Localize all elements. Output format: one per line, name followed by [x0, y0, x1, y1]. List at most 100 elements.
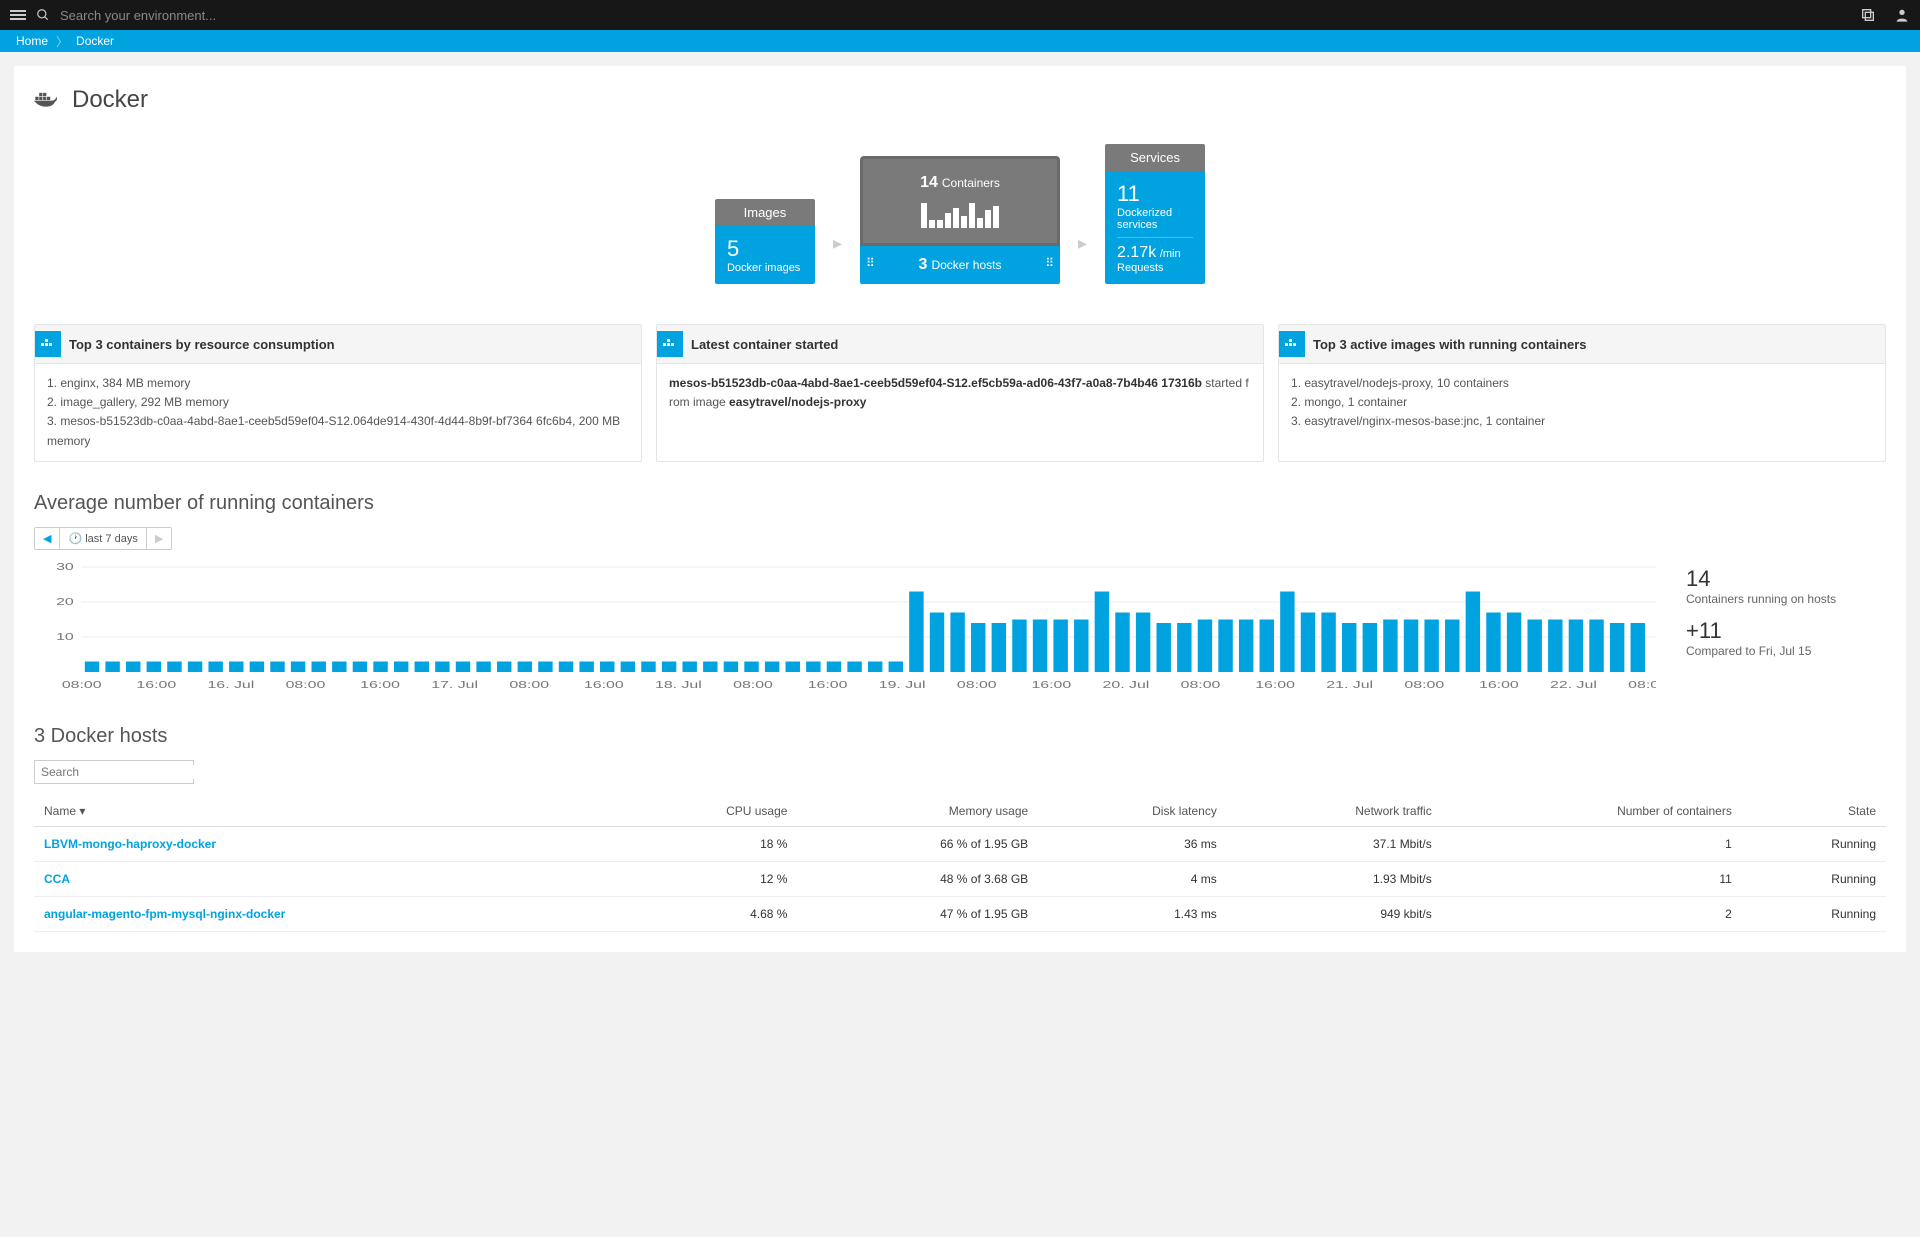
panel-item: 1. enginx, 384 MB memory: [47, 374, 629, 393]
col-cpu[interactable]: CPU usage: [616, 796, 797, 827]
svg-text:16:00: 16:00: [136, 679, 176, 690]
windows-icon[interactable]: [1860, 7, 1876, 23]
svg-text:16:00: 16:00: [1479, 679, 1519, 690]
panel-item: 1. easytravel/nodejs-proxy, 10 container…: [1291, 374, 1873, 393]
time-next-button[interactable]: ▶: [147, 528, 171, 549]
page-title: Docker: [72, 86, 148, 114]
arrow-right-icon: ▸: [833, 233, 842, 284]
top-bar: [0, 0, 1920, 30]
mini-bars-icon: [921, 200, 999, 228]
chart-title: Average number of running containers: [34, 492, 1886, 515]
panel-item: 2. image_gallery, 292 MB memory: [47, 393, 629, 412]
svg-text:16:00: 16:00: [360, 679, 400, 690]
tile-services-rate-label: Requests: [1117, 262, 1193, 274]
svg-text:08:00: 08:00: [286, 679, 326, 690]
panel-bold: mesos-b51523db-c0aa-4abd-8ae1-ceeb5d59ef…: [669, 376, 1202, 390]
cell-net: 37.1 Mbit/s: [1227, 826, 1442, 861]
tile-services-header: Services: [1105, 144, 1205, 171]
bar-chart: 10203008:0016:0016. Jul08:0016:0017. Jul…: [34, 562, 1656, 692]
search-icon: [36, 8, 50, 22]
search-input[interactable]: [60, 8, 1860, 23]
svg-text:19. Jul: 19. Jul: [879, 679, 926, 690]
host-link[interactable]: angular-magento-fpm-mysql-nginx-docker: [44, 907, 285, 921]
hosts-title: 3 Docker hosts: [34, 725, 1886, 748]
tile-images-count: 5: [727, 236, 803, 262]
tile-services[interactable]: Services 11 Dockerized services 2.17k /m…: [1105, 144, 1205, 284]
table-row[interactable]: CCA 12 % 48 % of 3.68 GB 4 ms 1.93 Mbit/…: [34, 861, 1886, 896]
col-mem[interactable]: Memory usage: [797, 796, 1038, 827]
svg-text:08:00: 08:00: [1181, 679, 1221, 690]
cell-disk: 4 ms: [1038, 861, 1227, 896]
panel-latest-container: Latest container started mesos-b51523db-…: [656, 324, 1264, 462]
user-icon[interactable]: [1894, 7, 1910, 23]
tile-services-count: 11: [1117, 181, 1193, 207]
svg-text:16:00: 16:00: [1031, 679, 1071, 690]
tile-containers-count: 14: [920, 174, 938, 191]
cell-cpu: 4.68 %: [616, 896, 797, 931]
tile-services-label: Dockerized services: [1117, 207, 1193, 231]
cell-containers: 11: [1442, 861, 1742, 896]
col-name[interactable]: Name ▾: [34, 796, 616, 827]
breadcrumb-home[interactable]: Home: [8, 34, 56, 48]
panel-item: 3. mesos-b51523db-c0aa-4abd-8ae1-ceeb5d5…: [47, 412, 629, 450]
chart-side-count: 14: [1686, 566, 1886, 592]
cell-cpu: 12 %: [616, 861, 797, 896]
hamburger-icon[interactable]: [10, 8, 26, 22]
cell-disk: 1.43 ms: [1038, 896, 1227, 931]
svg-text:08:00: 08:00: [1404, 679, 1444, 690]
cell-containers: 1: [1442, 826, 1742, 861]
time-range-button[interactable]: 🕐 last 7 days: [60, 528, 146, 549]
cell-containers: 2: [1442, 896, 1742, 931]
panel-top-containers: Top 3 containers by resource consumption…: [34, 324, 642, 462]
arrow-right-icon: ▸: [1078, 233, 1087, 284]
col-disk[interactable]: Disk latency: [1038, 796, 1227, 827]
svg-text:10: 10: [56, 631, 74, 642]
svg-text:18. Jul: 18. Jul: [655, 679, 702, 690]
svg-text:08:00: 08:00: [509, 679, 549, 690]
tile-images-header: Images: [715, 199, 815, 226]
breadcrumb-sep: 〉: [56, 33, 68, 50]
svg-text:16:00: 16:00: [808, 679, 848, 690]
svg-text:08:00: 08:00: [62, 679, 102, 690]
table-row[interactable]: LBVM-mongo-haproxy-docker 18 % 66 % of 1…: [34, 826, 1886, 861]
tile-services-rate: 2.17k: [1117, 244, 1156, 261]
chart-side-delta: +11: [1686, 618, 1886, 644]
col-state[interactable]: State: [1742, 796, 1886, 827]
tile-containers-label: Containers: [942, 176, 1000, 190]
tile-containers[interactable]: 14Containers ⠿ 3Docker hosts ⠿: [860, 156, 1060, 284]
col-net[interactable]: Network traffic: [1227, 796, 1442, 827]
host-link[interactable]: LBVM-mongo-haproxy-docker: [44, 837, 216, 851]
table-search[interactable]: [34, 760, 194, 784]
tile-hosts-count: 3: [919, 256, 928, 273]
svg-text:08:00: 08:00: [733, 679, 773, 690]
panel-title: Top 3 active images with running contain…: [1313, 337, 1587, 352]
cell-mem: 47 % of 1.95 GB: [797, 896, 1038, 931]
cell-state: Running: [1742, 861, 1886, 896]
table-row[interactable]: angular-magento-fpm-mysql-nginx-docker 4…: [34, 896, 1886, 931]
host-link[interactable]: CCA: [44, 872, 70, 886]
svg-text:16:00: 16:00: [584, 679, 624, 690]
svg-text:16. Jul: 16. Jul: [207, 679, 254, 690]
hosts-table: Name ▾ CPU usage Memory usage Disk laten…: [34, 796, 1886, 932]
chart-row: 10203008:0016:0016. Jul08:0016:0017. Jul…: [34, 562, 1886, 695]
svg-text:16:00: 16:00: [1255, 679, 1295, 690]
svg-text:08:00: 08:00: [1628, 679, 1656, 690]
panel-icon: [35, 331, 61, 357]
chart-side-count-label: Containers running on hosts: [1686, 592, 1886, 606]
chart-area[interactable]: 10203008:0016:0016. Jul08:0016:0017. Jul…: [34, 562, 1656, 695]
col-containers[interactable]: Number of containers: [1442, 796, 1742, 827]
panel-top-images: Top 3 active images with running contain…: [1278, 324, 1886, 462]
page-header: Docker: [34, 86, 1886, 114]
panel-title: Top 3 containers by resource consumption: [69, 337, 335, 352]
cell-mem: 66 % of 1.95 GB: [797, 826, 1038, 861]
table-search-input[interactable]: [41, 765, 196, 779]
tile-services-rate-unit: /min: [1160, 248, 1181, 260]
panel-item: 3. easytravel/nginx-mesos-base:jnc, 1 co…: [1291, 412, 1873, 431]
tile-images[interactable]: Images 5 Docker images: [715, 199, 815, 284]
svg-text:08:00: 08:00: [957, 679, 997, 690]
panel-icon: [657, 331, 683, 357]
time-prev-button[interactable]: ◀: [35, 528, 60, 549]
breadcrumb-docker[interactable]: Docker: [68, 34, 122, 48]
hero-row: Images 5 Docker images ▸ 14Containers ⠿ …: [34, 144, 1886, 284]
main-card: Docker Images 5 Docker images ▸ 14Contai…: [14, 66, 1906, 952]
